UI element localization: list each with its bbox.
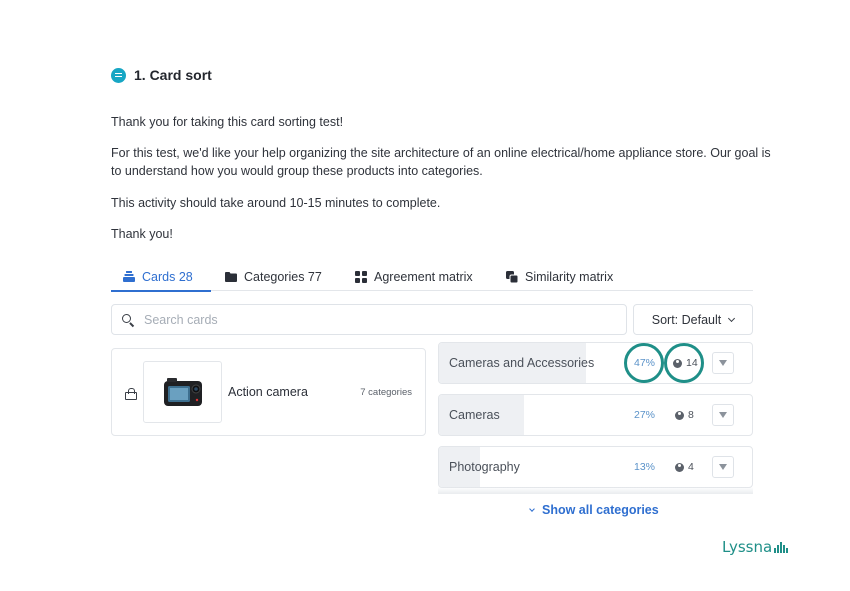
- tab-agreement-matrix-label: Agreement matrix: [374, 269, 473, 284]
- card-thumbnail: [143, 361, 222, 423]
- user-icon: [675, 410, 684, 420]
- filter-icon: [719, 412, 727, 418]
- tab-categories-label: Categories 77: [244, 269, 322, 284]
- folder-icon: [225, 271, 237, 282]
- tab-similarity-matrix-label: Similarity matrix: [525, 269, 614, 284]
- category-name: Cameras: [449, 408, 500, 422]
- filter-icon: [719, 360, 727, 366]
- category-name: Cameras and Accessories: [449, 356, 595, 370]
- show-all-categories-label: Show all categories: [542, 503, 659, 517]
- category-users: 4: [675, 461, 694, 473]
- search-input[interactable]: [144, 312, 584, 327]
- filter-button[interactable]: [712, 456, 734, 478]
- brand-name: Lyssna: [722, 538, 773, 556]
- category-name: Photography: [449, 460, 520, 474]
- brand-logo: Lyssna: [722, 538, 788, 556]
- category-percent: 27%: [634, 409, 656, 421]
- filter-button[interactable]: [712, 404, 734, 426]
- grid-icon: [355, 270, 367, 283]
- category-users-count: 4: [688, 461, 694, 473]
- tab-similarity-matrix[interactable]: Similarity matrix: [506, 262, 613, 291]
- category-row[interactable]: Cameras and Accessories 47% 14: [438, 342, 753, 384]
- tab-cards-label: Cards 28: [142, 269, 193, 284]
- card-name: Action camera: [228, 385, 308, 399]
- sort-button[interactable]: Sort: Default: [633, 304, 753, 335]
- filter-button[interactable]: [712, 352, 734, 374]
- overlap-squares-icon: [506, 270, 518, 283]
- lock-icon: [125, 388, 137, 400]
- category-row[interactable]: Photography 13% 4: [438, 446, 753, 488]
- list-icon: [111, 67, 126, 83]
- intro-paragraph-2: For this test, we'd like your help organ…: [111, 146, 771, 178]
- brand-bars-icon: [774, 542, 788, 553]
- percent-highlight-circle: [624, 343, 664, 383]
- users-highlight-circle: [664, 343, 704, 383]
- action-camera-icon: [163, 378, 202, 406]
- category-users: 8: [675, 409, 694, 421]
- chevron-down-icon: [529, 505, 535, 512]
- tab-bar: Cards 28 Categories 77 Agreement matrix …: [111, 262, 753, 292]
- user-icon: [675, 462, 684, 472]
- card-category-count: 7 categories: [360, 387, 412, 398]
- category-row[interactable]: Cameras 27% 8: [438, 394, 753, 436]
- search-box: [111, 304, 627, 335]
- list-fade: [438, 487, 753, 494]
- show-all-categories-link[interactable]: Show all categories: [529, 503, 659, 517]
- intro-paragraph-3: This activity should take around 10-15 m…: [111, 196, 441, 210]
- tab-cards[interactable]: Cards 28: [111, 262, 211, 292]
- section-header: 1. Card sort: [111, 67, 212, 83]
- card-item[interactable]: Action camera 7 categories: [111, 348, 426, 436]
- section-title: 1. Card sort: [134, 67, 212, 83]
- sort-button-label: Sort: Default: [651, 312, 722, 327]
- tab-categories[interactable]: Categories 77: [225, 262, 322, 291]
- filter-icon: [719, 464, 727, 470]
- intro-paragraph-1: Thank you for taking this card sorting t…: [111, 115, 344, 129]
- cards-stack-icon: [123, 271, 135, 282]
- category-users-count: 8: [688, 409, 694, 421]
- chevron-down-icon: [728, 314, 736, 322]
- tab-agreement-matrix[interactable]: Agreement matrix: [355, 262, 473, 291]
- intro-paragraph-4: Thank you!: [111, 227, 173, 241]
- category-percent: 13%: [634, 461, 656, 473]
- search-icon: [122, 313, 134, 326]
